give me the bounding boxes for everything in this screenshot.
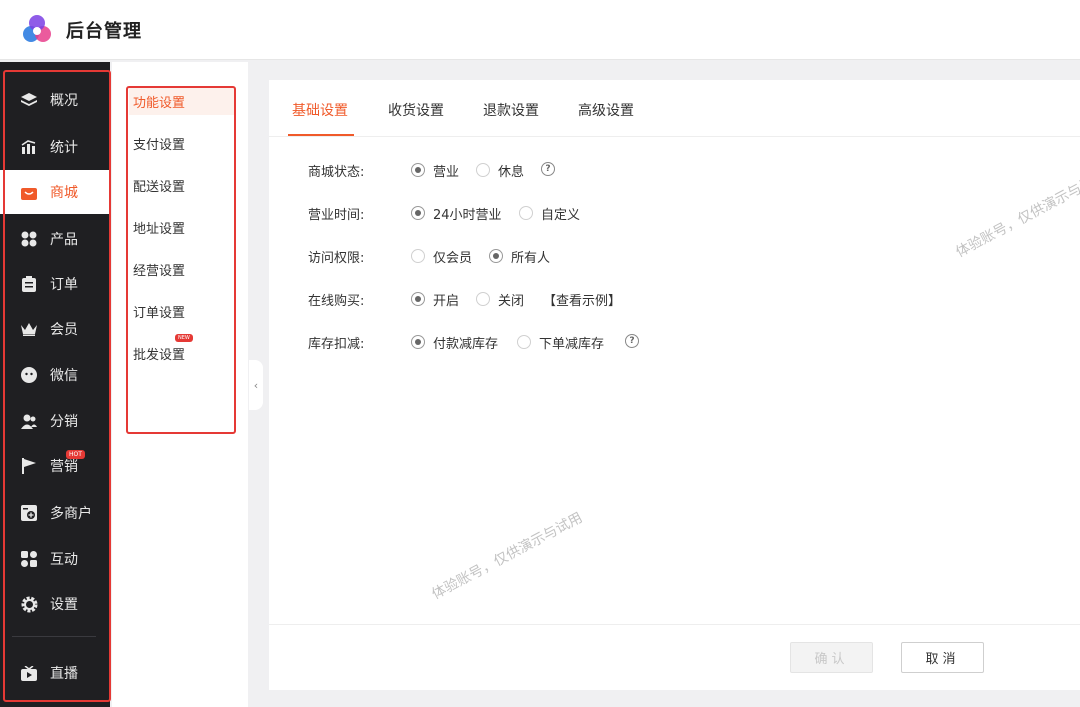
online-buy-off-radio[interactable] <box>476 292 490 306</box>
confirm-button[interactable]: 确认 <box>790 642 873 673</box>
gear-icon <box>20 595 38 613</box>
online-buy-off-label: 关闭 <box>498 294 525 309</box>
submenu-item-order[interactable]: 订单设置 <box>133 302 185 321</box>
sidebar-item-label: 会员 <box>50 322 78 338</box>
crown-icon <box>20 320 38 338</box>
store-status-label: 商城状态: <box>308 165 365 180</box>
sidebar-item-label: 订单 <box>50 277 78 293</box>
chart-icon <box>20 138 38 156</box>
sidebar-item-members[interactable]: 会员 <box>0 307 110 351</box>
sidebar-item-label: 概况 <box>50 93 78 109</box>
submenu-item-operation[interactable]: 经营设置 <box>133 260 185 279</box>
stock-on-payment-label: 付款减库存 <box>433 337 499 352</box>
tab-basic[interactable]: 基础设置 <box>292 100 348 120</box>
sidebar-item-label: 营销 <box>50 459 78 475</box>
clipboard-icon <box>20 275 38 293</box>
sidebar-item-label: 商城 <box>50 185 78 201</box>
submenu-item-address[interactable]: 地址设置 <box>133 218 185 237</box>
submenu-item-wholesale[interactable]: 批发设置 <box>133 344 185 363</box>
stock-on-order-radio[interactable] <box>517 335 531 349</box>
status-rest-radio[interactable] <box>476 163 490 177</box>
hot-badge: HOT <box>66 450 85 459</box>
submenu-item-payment[interactable]: 支付设置 <box>133 134 185 153</box>
access-label: 访问权限: <box>308 251 365 266</box>
sidebar-item-mall[interactable]: 商城 <box>0 170 110 214</box>
sidebar-item-label: 统计 <box>50 140 78 156</box>
tab-advanced[interactable]: 高级设置 <box>578 100 634 120</box>
tab-receiving[interactable]: 收货设置 <box>388 100 444 120</box>
stock-deduct-label: 库存扣减: <box>308 337 365 352</box>
tab-active-indicator <box>288 134 354 136</box>
tab-refund[interactable]: 退款设置 <box>483 100 539 120</box>
submenu-panel <box>112 62 248 707</box>
grid-icon <box>20 230 38 248</box>
access-everyone-radio[interactable] <box>489 249 503 263</box>
online-buy-on-label: 开启 <box>433 294 460 309</box>
cancel-button[interactable]: 取消 <box>901 642 984 673</box>
sidebar-item-marketing[interactable]: 营销 HOT <box>0 444 110 488</box>
interact-icon <box>20 550 38 568</box>
store-plus-icon <box>20 504 38 522</box>
submenu-item-function[interactable]: 功能设置 <box>133 92 185 111</box>
app-logo <box>23 15 51 42</box>
sidebar-item-label: 产品 <box>50 232 78 248</box>
business-hours-label: 营业时间: <box>308 208 365 223</box>
online-buy-on-radio[interactable] <box>411 292 425 306</box>
sidebar-item-live[interactable]: 直播 <box>0 651 110 695</box>
sidebar-item-settings[interactable]: 设置 <box>0 582 110 626</box>
status-open-label: 营业 <box>433 165 460 180</box>
view-example-link[interactable]: 【查看示例】 <box>543 290 621 309</box>
access-everyone-label: 所有人 <box>511 251 551 266</box>
main-panel <box>269 80 1080 690</box>
tv-icon <box>20 664 38 682</box>
status-open-radio[interactable] <box>411 163 425 177</box>
help-icon[interactable]: ? <box>541 162 555 176</box>
users-icon <box>20 412 38 430</box>
sidebar-item-label: 互动 <box>50 552 78 568</box>
access-members-label: 仅会员 <box>433 251 473 266</box>
wechat-icon <box>20 366 38 384</box>
sidebar-item-products[interactable]: 产品 <box>0 217 110 261</box>
chevron-left-icon: ‹ <box>253 378 259 392</box>
footer-divider <box>269 624 1080 625</box>
sidebar-item-distribution[interactable]: 分销 <box>0 399 110 443</box>
sidebar-item-stats[interactable]: 统计 <box>0 125 110 169</box>
sidebar-item-label: 直播 <box>50 666 78 682</box>
sidebar-divider <box>12 636 96 637</box>
collapse-toggle[interactable]: ‹ <box>249 360 263 410</box>
access-members-radio[interactable] <box>411 249 425 263</box>
app-title: 后台管理 <box>66 21 142 42</box>
hours-custom-label: 自定义 <box>541 208 581 223</box>
sidebar-item-wechat[interactable]: 微信 <box>0 353 110 397</box>
stock-on-payment-radio[interactable] <box>411 335 425 349</box>
flag-icon <box>20 457 38 475</box>
new-badge: NEW <box>175 334 193 342</box>
sidebar-item-overview[interactable]: 概况 <box>0 78 110 122</box>
sidebar-item-interaction[interactable]: 互动 <box>0 537 110 581</box>
stock-on-order-label: 下单减库存 <box>539 337 605 352</box>
sidebar-item-orders[interactable]: 订单 <box>0 262 110 306</box>
sidebar-item-multi-merchant[interactable]: 多商户 <box>0 491 110 535</box>
online-buy-label: 在线购买: <box>308 294 365 309</box>
shop-bag-icon <box>20 183 38 201</box>
help-icon[interactable]: ? <box>625 334 639 348</box>
hours-24h-label: 24小时营业 <box>433 208 502 223</box>
sidebar-item-label: 多商户 <box>50 506 92 522</box>
hours-custom-radio[interactable] <box>519 206 533 220</box>
layers-icon <box>20 91 38 109</box>
sidebar-item-label: 分销 <box>50 414 78 430</box>
top-bar: 后台管理 <box>0 0 1080 60</box>
sidebar-item-label: 微信 <box>50 368 78 384</box>
sidebar-item-label: 设置 <box>50 597 78 613</box>
submenu-item-delivery[interactable]: 配送设置 <box>133 176 185 195</box>
hours-24h-radio[interactable] <box>411 206 425 220</box>
status-rest-label: 休息 <box>498 165 525 180</box>
